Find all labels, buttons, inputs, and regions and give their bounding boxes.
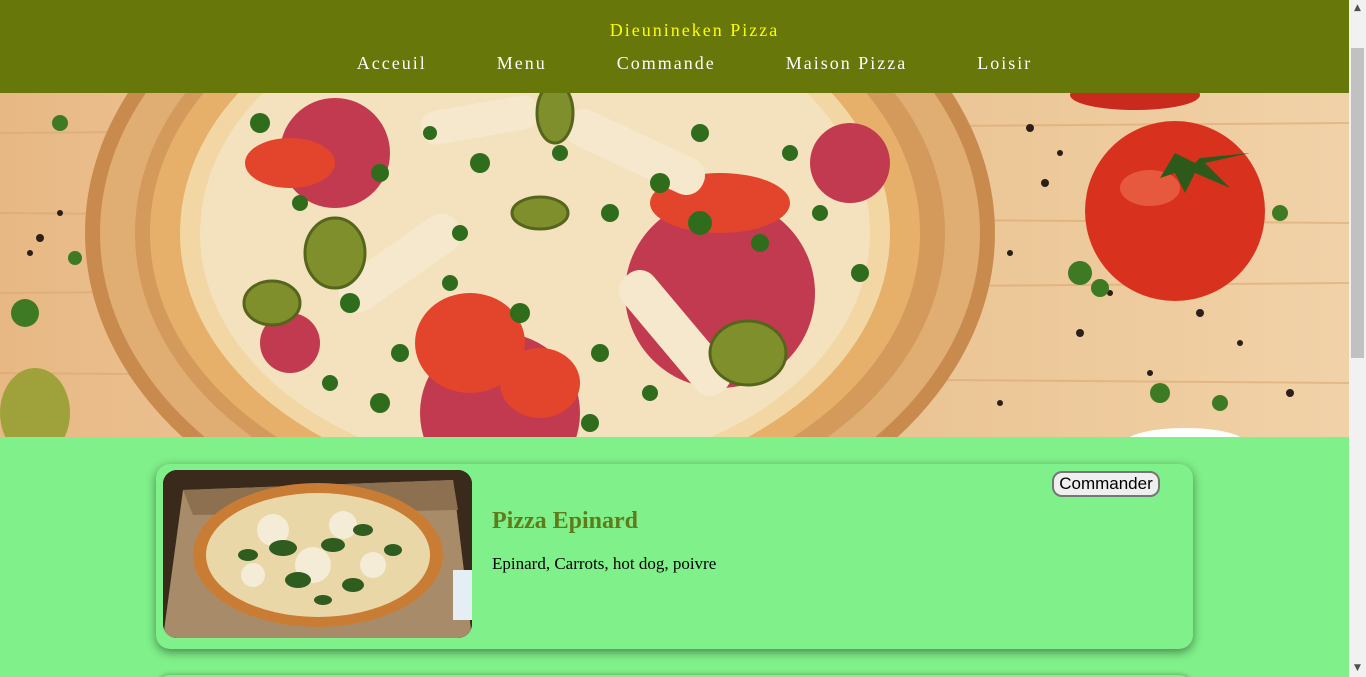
pizza-box-photo — [163, 470, 472, 638]
product-card: Pizza Epinard Epinard, Carrots, hot dog,… — [156, 464, 1193, 649]
product-image — [163, 470, 472, 638]
scroll-up-icon[interactable]: ▲ — [1349, 0, 1366, 17]
order-button[interactable]: Commander — [1052, 471, 1160, 497]
page: Dieunineken Pizza Acceuil Menu Commande … — [0, 0, 1349, 677]
nav-item-menu[interactable]: Menu — [497, 53, 547, 74]
nav-item-loisir[interactable]: Loisir — [977, 53, 1032, 74]
main-nav: Acceuil Menu Commande Maison Pizza Loisi… — [0, 53, 1349, 74]
nav-item-commande[interactable]: Commande — [617, 53, 716, 74]
vertical-scrollbar[interactable]: ▲ ▼ — [1349, 0, 1366, 677]
site-brand: Dieunineken Pizza — [609, 20, 780, 40]
pizza-hero-image — [0, 93, 1349, 437]
nav-item-maison-pizza[interactable]: Maison Pizza — [786, 53, 907, 74]
hero-banner — [0, 93, 1349, 437]
product-title: Pizza Epinard — [492, 508, 639, 534]
nav-item-acceuil[interactable]: Acceuil — [357, 53, 427, 74]
scroll-down-icon[interactable]: ▼ — [1349, 660, 1366, 677]
site-header: Dieunineken Pizza Acceuil Menu Commande … — [0, 0, 1349, 93]
product-description: Epinard, Carrots, hot dog, poivre — [492, 554, 717, 573]
scroll-thumb[interactable] — [1351, 48, 1364, 358]
